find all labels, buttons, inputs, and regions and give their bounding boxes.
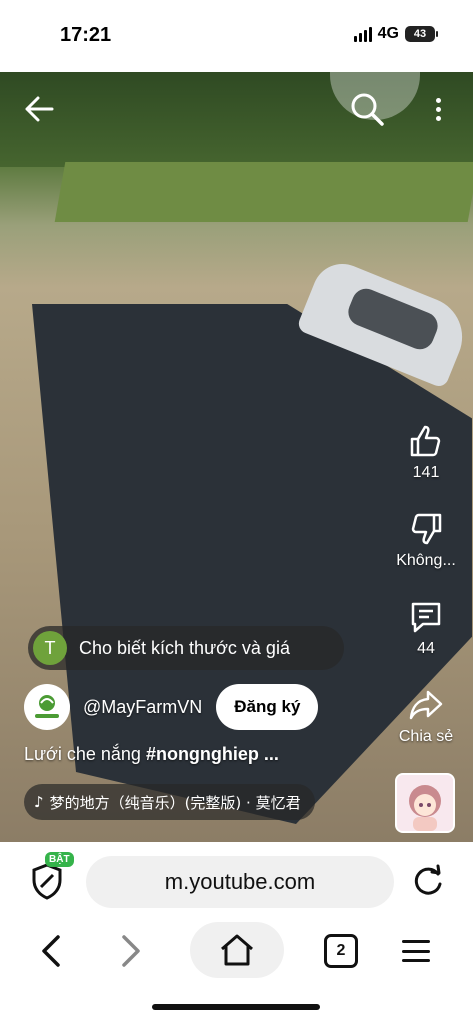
comment-avatar: T [33,631,67,665]
home-icon [221,934,253,966]
top-comment[interactable]: T Cho biết kích thước và giá [28,626,344,670]
comments-count: 44 [417,640,435,657]
like-count: 141 [412,464,440,481]
like-button[interactable]: 141 [386,424,466,482]
chevron-right-icon [122,935,140,967]
comment-icon [411,602,441,633]
home-indicator[interactable] [152,1004,320,1010]
status-indicators: 4G 43 [353,25,438,43]
dislike-label: Không... [396,552,456,569]
search-button[interactable] [348,90,386,128]
home-button[interactable] [190,922,284,978]
video-title-text: Lưới che nắng [24,744,146,764]
tabs-button[interactable]: 2 [324,934,358,968]
more-vertical-icon [435,97,441,103]
channel-name[interactable]: @MayFarmVN [83,697,202,718]
video-title[interactable]: Lưới che nắng #nongnghiep ... [24,744,279,765]
menu-icon [402,940,430,943]
share-icon [409,690,443,720]
sound-thumbnail[interactable] [395,773,455,833]
url-field[interactable]: m.youtube.com [86,856,394,908]
nav-back-button[interactable] [38,934,64,968]
channel-avatar[interactable] [24,684,70,730]
video-hashtag[interactable]: #nongnghiep ... [146,744,279,764]
search-icon [351,93,384,126]
battery-icon: 43 [405,26,438,42]
network-type: 4G [377,25,399,42]
channel-row: @MayFarmVN Đăng ký [24,684,319,730]
nav-forward-button[interactable] [118,934,144,968]
music-pill[interactable]: ♪ 梦的地方（纯音乐）(完整版) · 莫忆君 [24,784,315,820]
share-label: Chia sẻ [398,728,454,745]
share-button[interactable]: Chia sẻ [386,688,466,746]
back-arrow-icon [25,96,54,122]
signal-icon [353,26,372,42]
privacy-shield-button[interactable] [30,862,64,900]
like-icon [410,425,441,457]
comments-button[interactable]: 44 [386,600,466,658]
shield-icon [32,863,62,900]
battery-level: 43 [413,28,427,40]
chevron-left-icon [42,935,60,967]
music-note-icon: ♪ [34,793,44,811]
anime-girl-thumbnail-icon [397,775,453,831]
reload-icon [414,864,442,895]
channel-logo [35,695,59,718]
status-time: 17:21 [60,24,112,46]
comment-text: Cho biết kích thước và giá [79,637,290,658]
status-bar: 17:21 4G 43 [0,0,473,72]
reload-button[interactable] [410,862,446,898]
subscribe-button[interactable]: Đăng ký [216,684,319,730]
shield-status-badge: BẬT [45,852,74,867]
more-options-button[interactable] [428,92,448,126]
music-title: 梦的地方（纯音乐）(完整版) · 莫忆君 [49,793,301,812]
back-button[interactable] [22,92,56,126]
menu-button[interactable] [402,940,430,962]
dislike-button[interactable]: Không... [386,512,466,570]
video-frame-field [54,162,473,222]
dislike-icon [411,513,442,545]
